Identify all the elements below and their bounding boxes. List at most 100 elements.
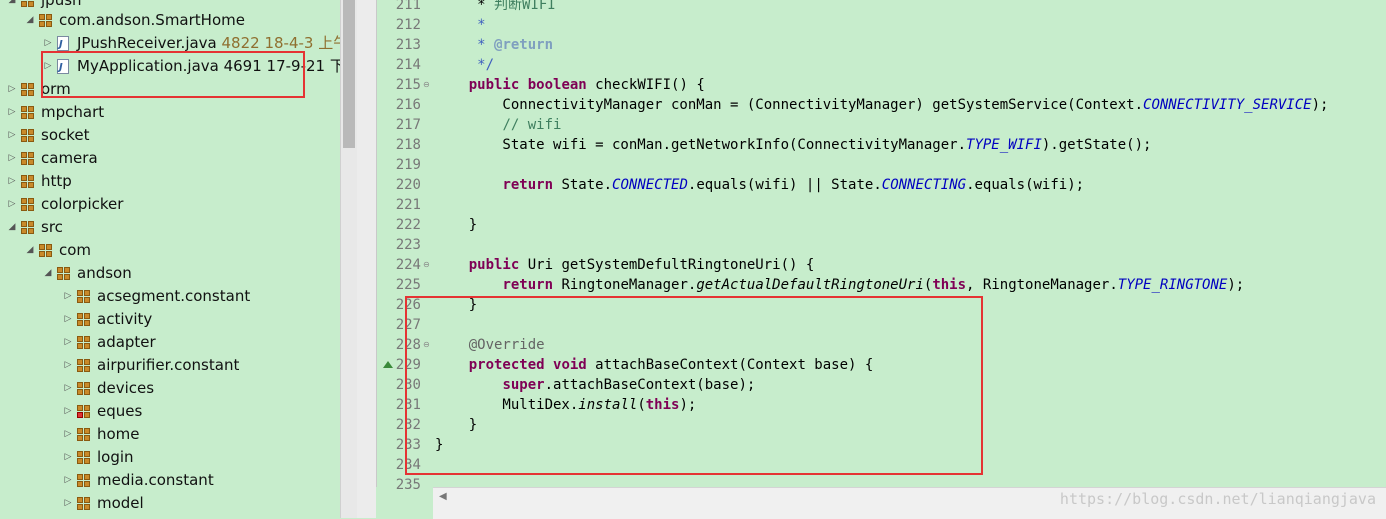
collapsed-arrow-icon[interactable]: ▷	[63, 285, 73, 308]
package-icon-square	[21, 159, 27, 165]
package-icon-square	[28, 152, 34, 158]
tree-package-item[interactable]: ◢ andson	[0, 262, 340, 285]
tree-package-item[interactable]: ▷ media.constant	[0, 469, 340, 492]
package-icon-square	[28, 1, 34, 7]
java-file-icon: J	[57, 36, 69, 51]
line-number: 225	[395, 277, 421, 293]
tree-package-item[interactable]: ◢ com	[0, 239, 340, 262]
package-icon-square	[21, 83, 27, 89]
tree-package-item[interactable]: ▷ home	[0, 423, 340, 446]
code-line[interactable]: ConnectivityManager conMan = (Connectivi…	[435, 95, 1328, 115]
collapsed-arrow-icon[interactable]: ▷	[7, 170, 17, 193]
line-number: 224	[395, 257, 421, 273]
code-line[interactable]: * 判断WIFI	[435, 0, 556, 15]
collapsed-arrow-icon[interactable]: ▷	[63, 492, 73, 515]
code-line[interactable]: */	[435, 55, 494, 75]
collapsed-arrow-icon[interactable]: ▷	[7, 78, 17, 101]
tree-package-item[interactable]: ▷ login	[0, 446, 340, 469]
package-icon-square	[77, 336, 83, 342]
package-icon	[21, 106, 34, 119]
package-icon-square	[57, 267, 63, 273]
code-line[interactable]: // wifi	[435, 115, 561, 135]
package-icon	[21, 0, 34, 7]
package-icon-square	[21, 175, 27, 181]
collapsed-arrow-icon[interactable]: ▷	[63, 354, 73, 377]
package-icon-square	[84, 359, 90, 365]
package-icon	[77, 290, 90, 303]
tree-package-item[interactable]: ◢ src	[0, 216, 340, 239]
code-line[interactable]: return RingtoneManager.getActualDefaultR…	[435, 275, 1244, 295]
package-icon-square	[77, 343, 83, 349]
collapsed-arrow-icon[interactable]: ▷	[63, 446, 73, 469]
collapsed-arrow-icon[interactable]: ▷	[63, 331, 73, 354]
tree-package-item[interactable]: ▷ adapter	[0, 331, 340, 354]
package-icon	[77, 313, 90, 326]
package-icon-square	[21, 129, 27, 135]
scrollbar-thumb[interactable]	[343, 0, 355, 148]
tree-package-item[interactable]: ▷ acsegment.constant	[0, 285, 340, 308]
tree-package-item[interactable]: ▷ airpurifier.constant	[0, 354, 340, 377]
package-icon-square	[28, 136, 34, 142]
highlight-box-myapplication	[41, 51, 305, 98]
package-icon-square	[84, 343, 90, 349]
package-icon-square	[28, 175, 34, 181]
package-icon-square	[77, 297, 83, 303]
collapsed-arrow-icon[interactable]: ▷	[7, 193, 17, 216]
expanded-arrow-icon[interactable]: ◢	[25, 239, 35, 262]
package-icon-square	[21, 228, 27, 234]
collapsed-arrow-icon[interactable]: ▷	[7, 147, 17, 170]
tree-package-item[interactable]: ▷ colorpicker	[0, 193, 340, 216]
tree-package-item[interactable]: ▷ socket	[0, 124, 340, 147]
package-icon-square	[21, 90, 27, 96]
collapsed-arrow-icon[interactable]: ▷	[63, 308, 73, 331]
collapsed-arrow-icon[interactable]: ▷	[7, 124, 17, 147]
line-number: 220	[395, 177, 421, 193]
tree-package-item[interactable]: ▷ mpchart	[0, 101, 340, 124]
line-number: 218	[395, 137, 421, 153]
code-line[interactable]: return State.CONNECTED.equals(wifi) || S…	[435, 175, 1084, 195]
tree-item-label: devices	[97, 379, 155, 397]
expanded-arrow-icon[interactable]: ◢	[25, 9, 35, 32]
package-icon-square	[21, 1, 27, 7]
code-line[interactable]: public boolean checkWIFI() {	[435, 75, 705, 95]
package-icon	[21, 152, 34, 165]
tree-item-label: andson	[77, 264, 132, 282]
tree-vertical-scrollbar[interactable]	[340, 0, 358, 518]
tree-package-item[interactable]: ◢ com.andson.SmartHome	[0, 9, 340, 32]
fold-toggle-icon[interactable]: ⊖	[423, 81, 431, 89]
code-line[interactable]: *	[435, 15, 485, 35]
fold-toggle-icon[interactable]: ⊖	[423, 261, 431, 269]
override-marker-icon[interactable]	[383, 361, 393, 368]
scroll-left-arrow-icon[interactable]: ◀	[439, 488, 447, 506]
tree-package-item[interactable]: ▷ eques	[0, 400, 340, 423]
collapsed-arrow-icon[interactable]: ▷	[7, 101, 17, 124]
code-line[interactable]: }	[435, 215, 477, 235]
tree-package-item[interactable]: ▷ activity	[0, 308, 340, 331]
code-line[interactable]: State wifi = conMan.getNetworkInfo(Conne…	[435, 135, 1151, 155]
tree-package-item[interactable]: ▷ model	[0, 492, 340, 515]
collapsed-arrow-icon[interactable]: ▷	[63, 469, 73, 492]
panel-divider[interactable]	[357, 0, 376, 518]
package-icon-square	[84, 389, 90, 395]
package-icon-square	[39, 14, 45, 20]
expanded-arrow-icon[interactable]: ◢	[43, 262, 53, 285]
tree-package-item[interactable]: ▷ http	[0, 170, 340, 193]
tree-package-item[interactable]: ▷ devices	[0, 377, 340, 400]
code-line[interactable]: public Uri getSystemDefultRingtoneUri() …	[435, 255, 815, 275]
collapsed-arrow-icon[interactable]: ▷	[63, 400, 73, 423]
package-icon-square	[77, 382, 83, 388]
editor-horizontal-scrollbar[interactable]: ◀ https://blog.csdn.net/lianqiangjava	[433, 487, 1386, 519]
expanded-arrow-icon[interactable]: ◢	[7, 216, 17, 239]
package-icon-square	[84, 504, 90, 510]
package-icon-square	[84, 435, 90, 441]
package-icon	[21, 221, 34, 234]
tree-package-item[interactable]: ▷ camera	[0, 147, 340, 170]
package-error-icon	[77, 405, 90, 418]
tree-item-label: com	[59, 241, 92, 259]
package-icon-square	[46, 244, 52, 250]
package-icon-square	[84, 336, 90, 342]
package-icon-square	[21, 221, 27, 227]
collapsed-arrow-icon[interactable]: ▷	[63, 377, 73, 400]
code-line[interactable]: * @return	[435, 35, 553, 55]
collapsed-arrow-icon[interactable]: ▷	[63, 423, 73, 446]
